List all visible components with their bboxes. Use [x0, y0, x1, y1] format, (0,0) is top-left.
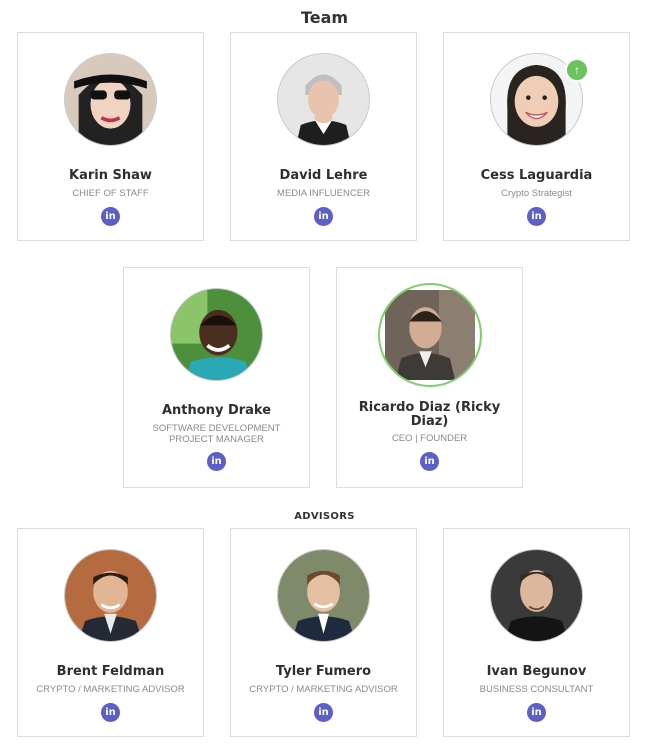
linkedin-icon[interactable]: in	[101, 703, 120, 722]
member-role: CHIEF OF STAFF	[72, 188, 149, 199]
member-role: CRYPTO / MARKETING ADVISOR	[36, 684, 185, 695]
team-card-karin-shaw: Karin Shaw CHIEF OF STAFF in	[17, 32, 204, 241]
avatar	[64, 53, 157, 146]
member-role: CEO | FOUNDER	[391, 433, 468, 444]
member-role-line-1: SOFTWARE DEVELOPMENT	[152, 423, 281, 434]
page-title: Team	[300, 8, 349, 27]
avatar	[490, 549, 583, 642]
member-role: BUSINESS CONSULTANT	[479, 684, 594, 695]
linkedin-icon[interactable]: in	[207, 452, 226, 471]
member-role: Crypto Strategist	[501, 188, 572, 199]
linkedin-icon[interactable]: in	[314, 703, 333, 722]
team-card-ricardo-diaz: Ricardo Diaz (Ricky Diaz) CEO | FOUNDER …	[336, 267, 523, 488]
member-name: Ivan Begunov	[486, 664, 587, 679]
team-card-cess-laguardia: ↑ Cess Laguardia Crypto Strategist in	[443, 32, 630, 241]
member-name-line-1: Ricardo Diaz (Ricky	[358, 400, 501, 415]
member-name: Brent Feldman	[56, 664, 165, 679]
member-name: Tyler Fumero	[275, 664, 372, 679]
linkedin-icon[interactable]: in	[527, 207, 546, 226]
member-name: Karin Shaw	[69, 168, 152, 183]
advisor-card-brent-feldman: Brent Feldman CRYPTO / MARKETING ADVISOR…	[17, 528, 204, 737]
avatar	[170, 288, 263, 381]
member-name-line-2: Diaz)	[410, 414, 449, 429]
arrow-up-icon[interactable]: ↑	[565, 58, 589, 82]
team-card-david-lehre: David Lehre MEDIA INFLUENCER in	[230, 32, 417, 241]
advisor-card-tyler-fumero: Tyler Fumero CRYPTO / MARKETING ADVISOR …	[230, 528, 417, 737]
member-role: CRYPTO / MARKETING ADVISOR	[249, 684, 398, 695]
linkedin-icon[interactable]: in	[314, 207, 333, 226]
linkedin-icon[interactable]: in	[420, 452, 439, 471]
member-role: MEDIA INFLUENCER	[277, 188, 370, 199]
team-card-anthony-drake: Anthony Drake SOFTWARE DEVELOPMENT PROJE…	[123, 267, 310, 488]
linkedin-icon[interactable]: in	[527, 703, 546, 722]
avatar	[378, 283, 482, 387]
advisors-heading: ADVISORS	[294, 511, 355, 522]
advisor-card-ivan-begunov: Ivan Begunov BUSINESS CONSULTANT in	[443, 528, 630, 737]
avatar	[64, 549, 157, 642]
avatar	[277, 549, 370, 642]
member-name: David Lehre	[279, 168, 368, 183]
member-name: Cess Laguardia	[480, 168, 593, 183]
member-name: Anthony Drake	[161, 403, 272, 418]
avatar	[277, 53, 370, 146]
linkedin-icon[interactable]: in	[101, 207, 120, 226]
member-role-line-2: PROJECT MANAGER	[169, 434, 264, 445]
